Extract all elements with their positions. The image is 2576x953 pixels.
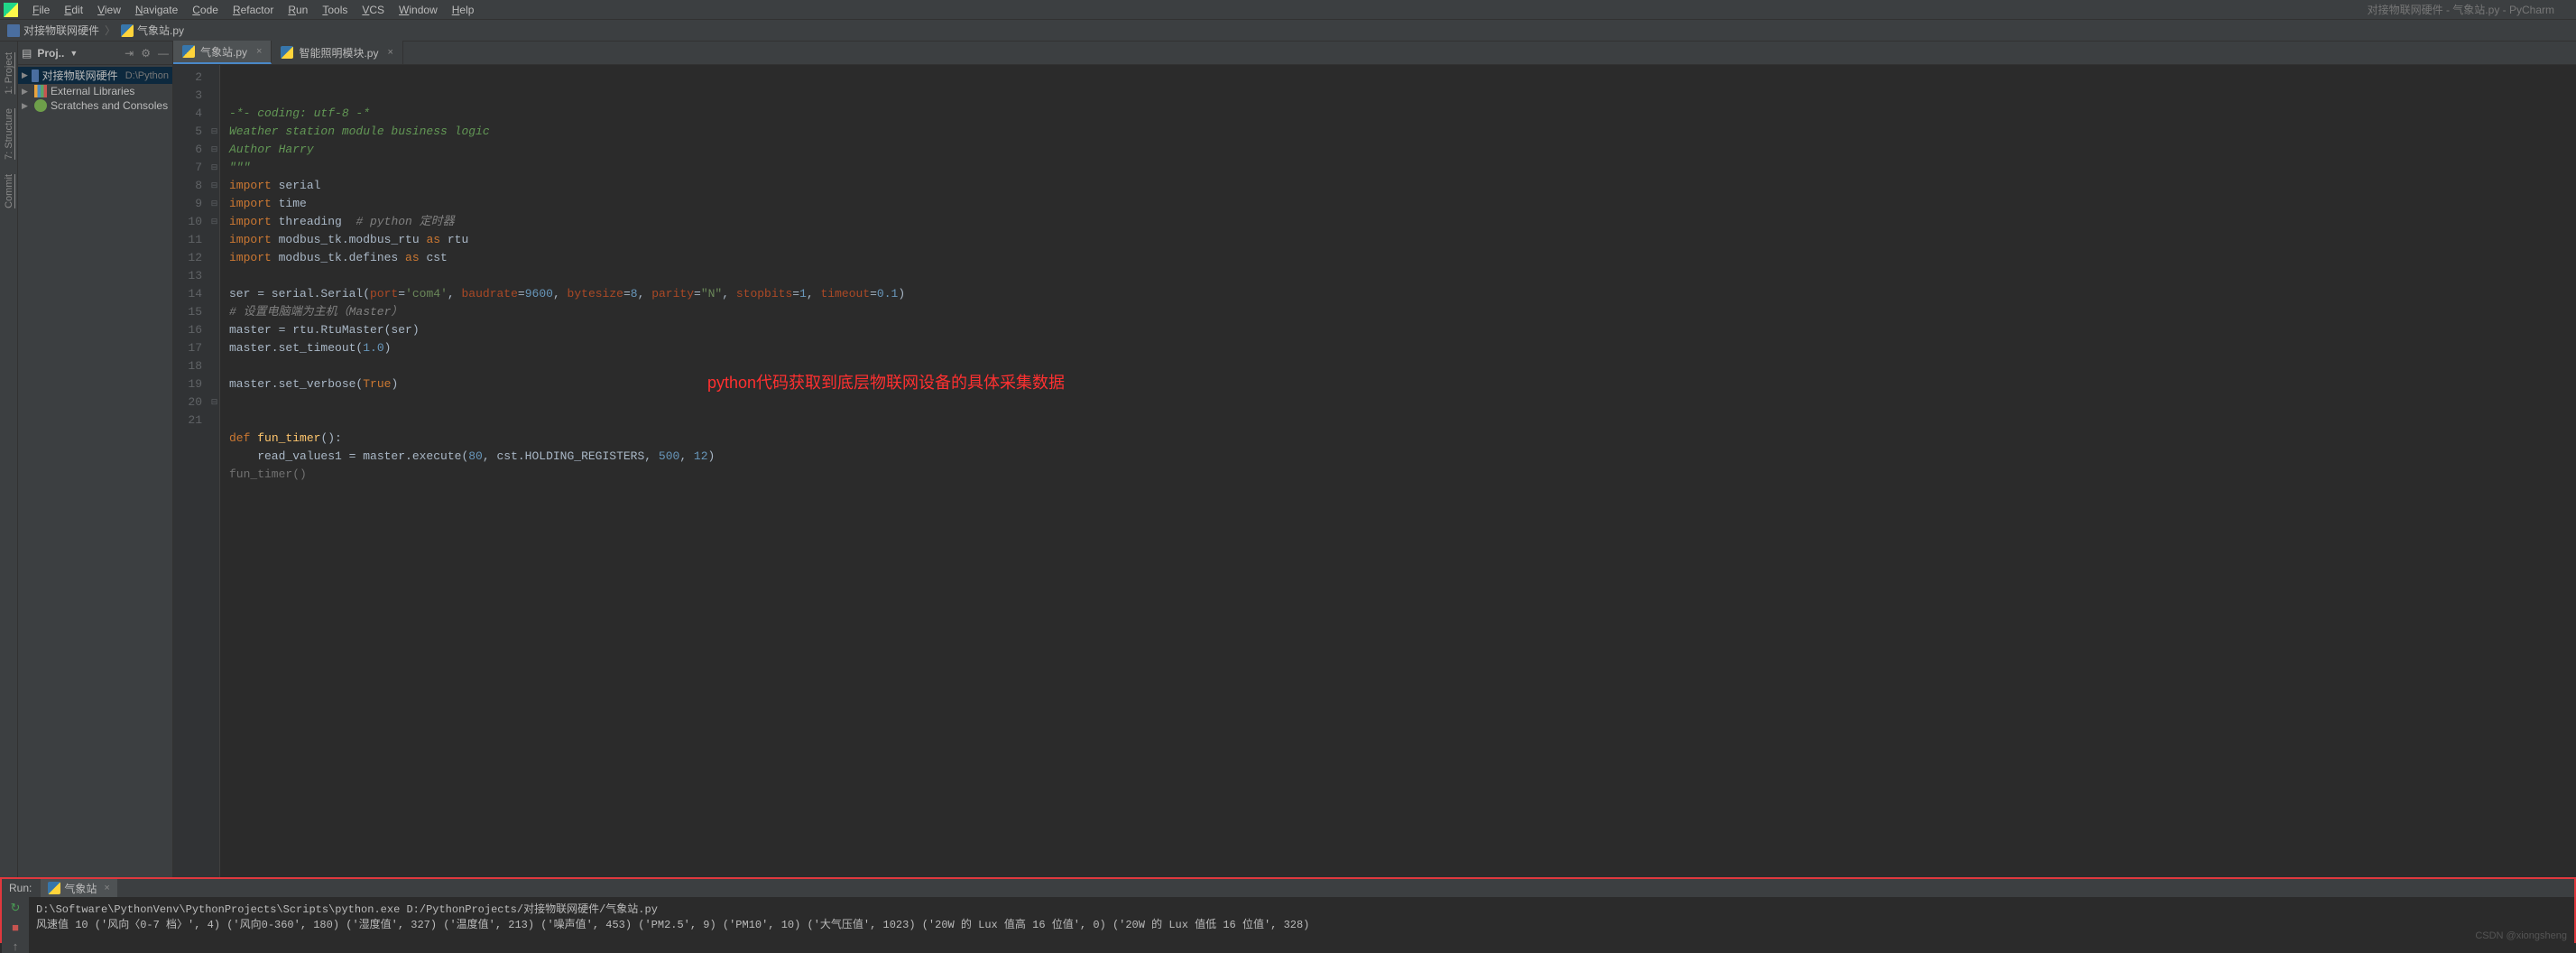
code-line[interactable] (229, 357, 2567, 375)
code-line[interactable]: Author Harry (229, 141, 2567, 159)
project-panel-title[interactable]: Proj.. (37, 47, 64, 60)
breadcrumb[interactable]: 对接物联网硬件 〉 气象站.py (7, 23, 184, 38)
code-line[interactable]: """ (229, 159, 2567, 177)
dropdown-arrow-icon[interactable]: ▼ (69, 49, 78, 58)
project-tree[interactable]: ▶ 对接物联网硬件 D:\Python ▶ External Libraries ▶ Scr… (18, 65, 172, 115)
menu-edit[interactable]: Edit (57, 2, 90, 18)
hide-panel-icon[interactable]: — (158, 47, 169, 60)
run-tab[interactable]: 气象站 × (41, 879, 116, 897)
editor-body: 23456789101112131415161718192021 ⊟⊟⊟⊟⊟⊟⊟… (173, 65, 2576, 877)
tree-arrow-icon[interactable]: ▶ (22, 101, 31, 111)
window-title: 对接物联网硬件 - 气象站.py - PyCharm (2368, 2, 2572, 17)
run-tool-window: Run: 气象站 × ↻ ■ ↑ D:\Software\PythonVenv\… (0, 877, 2576, 943)
scratch-icon (34, 99, 47, 112)
code-line[interactable]: -*- coding: utf-8 -* (229, 105, 2567, 123)
run-header: Run: 气象站 × (2, 879, 2574, 897)
tree-label: 对接物联网硬件 (42, 68, 118, 83)
breadcrumb-root: 对接物联网硬件 (23, 23, 99, 38)
project-panel: ▤ Proj.. ▼ ⇥ ⚙ — ▶ 对接物联网硬件 D:\Python ▶ Exter… (18, 42, 173, 877)
main-area: 1: Project 7: Structure Commit ▤ Proj.. … (0, 42, 2576, 877)
code-line[interactable] (229, 412, 2567, 430)
run-label: Run: (9, 882, 32, 894)
folder-icon (7, 24, 20, 37)
menu-navigate[interactable]: Navigate (128, 2, 185, 18)
project-panel-header: ▤ Proj.. ▼ ⇥ ⚙ — (18, 42, 172, 65)
menu-tools[interactable]: Tools (315, 2, 355, 18)
folder-icon (32, 69, 39, 82)
lib-icon (34, 85, 47, 97)
menu-code[interactable]: Code (185, 2, 226, 18)
code-line[interactable]: Weather station module business logic (229, 123, 2567, 141)
menu-file[interactable]: File (25, 2, 57, 18)
tree-item[interactable]: ▶ 对接物联网硬件 D:\Python (18, 67, 172, 84)
run-tab-label: 气象站 (64, 881, 97, 896)
tree-label: Scratches and Consoles (51, 99, 168, 112)
gear-icon[interactable]: ⚙ (141, 47, 151, 60)
python-file-icon (281, 46, 293, 59)
tree-label: External Libraries (51, 85, 134, 97)
code-line[interactable]: def fun_timer(): (229, 430, 2567, 448)
code-line[interactable]: master = rtu.RtuMaster(ser) (229, 321, 2567, 339)
tool-tab-commit[interactable]: Commit (2, 167, 16, 216)
breadcrumb-bar: 对接物联网硬件 〉 气象站.py (0, 20, 2576, 42)
chevron-right-icon: 〉 (105, 23, 115, 38)
code-line[interactable]: master.set_verbose(True) (229, 375, 2567, 393)
editor-tab[interactable]: 智能照明模块.py × (272, 41, 402, 64)
pycharm-logo-icon (4, 3, 18, 17)
menu-window[interactable]: Window (392, 2, 445, 18)
code-line[interactable]: # 设置电脑端为主机（Master） (229, 303, 2567, 321)
stop-icon[interactable]: ■ (12, 921, 19, 934)
tab-label: 气象站.py (200, 44, 247, 60)
close-icon[interactable]: × (104, 883, 109, 893)
breadcrumb-file: 气象站.py (137, 23, 184, 38)
tree-arrow-icon[interactable]: ▶ (22, 87, 31, 97)
close-icon[interactable]: × (256, 46, 262, 57)
line-number-gutter: 23456789101112131415161718192021 (173, 65, 209, 877)
menu-view[interactable]: View (90, 2, 128, 18)
menu-refactor[interactable]: Refactor (226, 2, 281, 18)
code-line[interactable] (229, 393, 2567, 412)
tool-tab-structure[interactable]: 7: Structure (2, 101, 16, 167)
collapse-icon[interactable]: ⇥ (125, 47, 134, 60)
tab-label: 智能照明模块.py (299, 45, 378, 60)
menu-help[interactable]: Help (445, 2, 482, 18)
run-body: ↻ ■ ↑ D:\Software\PythonVenv\PythonProje… (2, 897, 2574, 953)
menu-run[interactable]: Run (281, 2, 315, 18)
code-editor[interactable]: -*- coding: utf-8 -*Weather station modu… (220, 65, 2576, 877)
tree-item[interactable]: ▶ Scratches and Consoles (18, 98, 172, 113)
run-command-line: D:\Software\PythonVenv\PythonProjects\Sc… (36, 901, 2567, 916)
code-line[interactable]: fun_timer() (229, 466, 2567, 484)
editor-tab[interactable]: 气象站.py × (173, 41, 272, 64)
close-icon[interactable]: × (387, 47, 392, 58)
code-line[interactable]: import time (229, 195, 2567, 213)
python-file-icon (48, 882, 60, 894)
menu-bar: FileEditViewNavigateCodeRefactorRunTools… (0, 0, 2576, 20)
run-output[interactable]: D:\Software\PythonVenv\PythonProjects\Sc… (29, 897, 2574, 953)
tree-item[interactable]: ▶ External Libraries (18, 84, 172, 98)
code-line[interactable]: read_values1 = master.execute(80, cst.HO… (229, 448, 2567, 466)
rerun-icon[interactable]: ↻ (11, 901, 21, 915)
watermark: CSDN @xiongsheng (2475, 930, 2567, 941)
code-line[interactable]: ser = serial.Serial(port='com4', baudrat… (229, 285, 2567, 303)
run-toolbar: ↻ ■ ↑ (2, 897, 29, 953)
code-line[interactable]: import serial (229, 177, 2567, 195)
up-icon[interactable]: ↑ (13, 939, 19, 953)
python-file-icon (121, 24, 134, 37)
code-line[interactable] (229, 267, 2567, 285)
python-file-icon (182, 45, 195, 58)
code-line[interactable]: import modbus_tk.modbus_rtu as rtu (229, 231, 2567, 249)
run-output-line: 风速值 10 ('风向〈0-7 档〉', 4) ('风向0-360', 180)… (36, 916, 2567, 931)
fold-gutter: ⊟⊟⊟⊟⊟⊟⊟ (209, 65, 220, 877)
tree-path: D:\Python (125, 70, 169, 81)
project-view-icon: ▤ (22, 47, 32, 60)
code-line[interactable]: import modbus_tk.defines as cst (229, 249, 2567, 267)
code-line[interactable]: master.set_timeout(1.0) (229, 339, 2567, 357)
editor-tab-bar: 气象站.py × 智能照明模块.py × (173, 42, 2576, 65)
left-tool-gutter: 1: Project 7: Structure Commit (0, 42, 18, 877)
tool-tab-project[interactable]: 1: Project (2, 45, 16, 101)
editor-area: 气象站.py × 智能照明模块.py × 2345678910111213141516… (173, 42, 2576, 877)
tree-arrow-icon[interactable]: ▶ (22, 70, 28, 80)
code-line[interactable]: import threading # python 定时器 (229, 213, 2567, 231)
menu-vcs[interactable]: VCS (355, 2, 392, 18)
